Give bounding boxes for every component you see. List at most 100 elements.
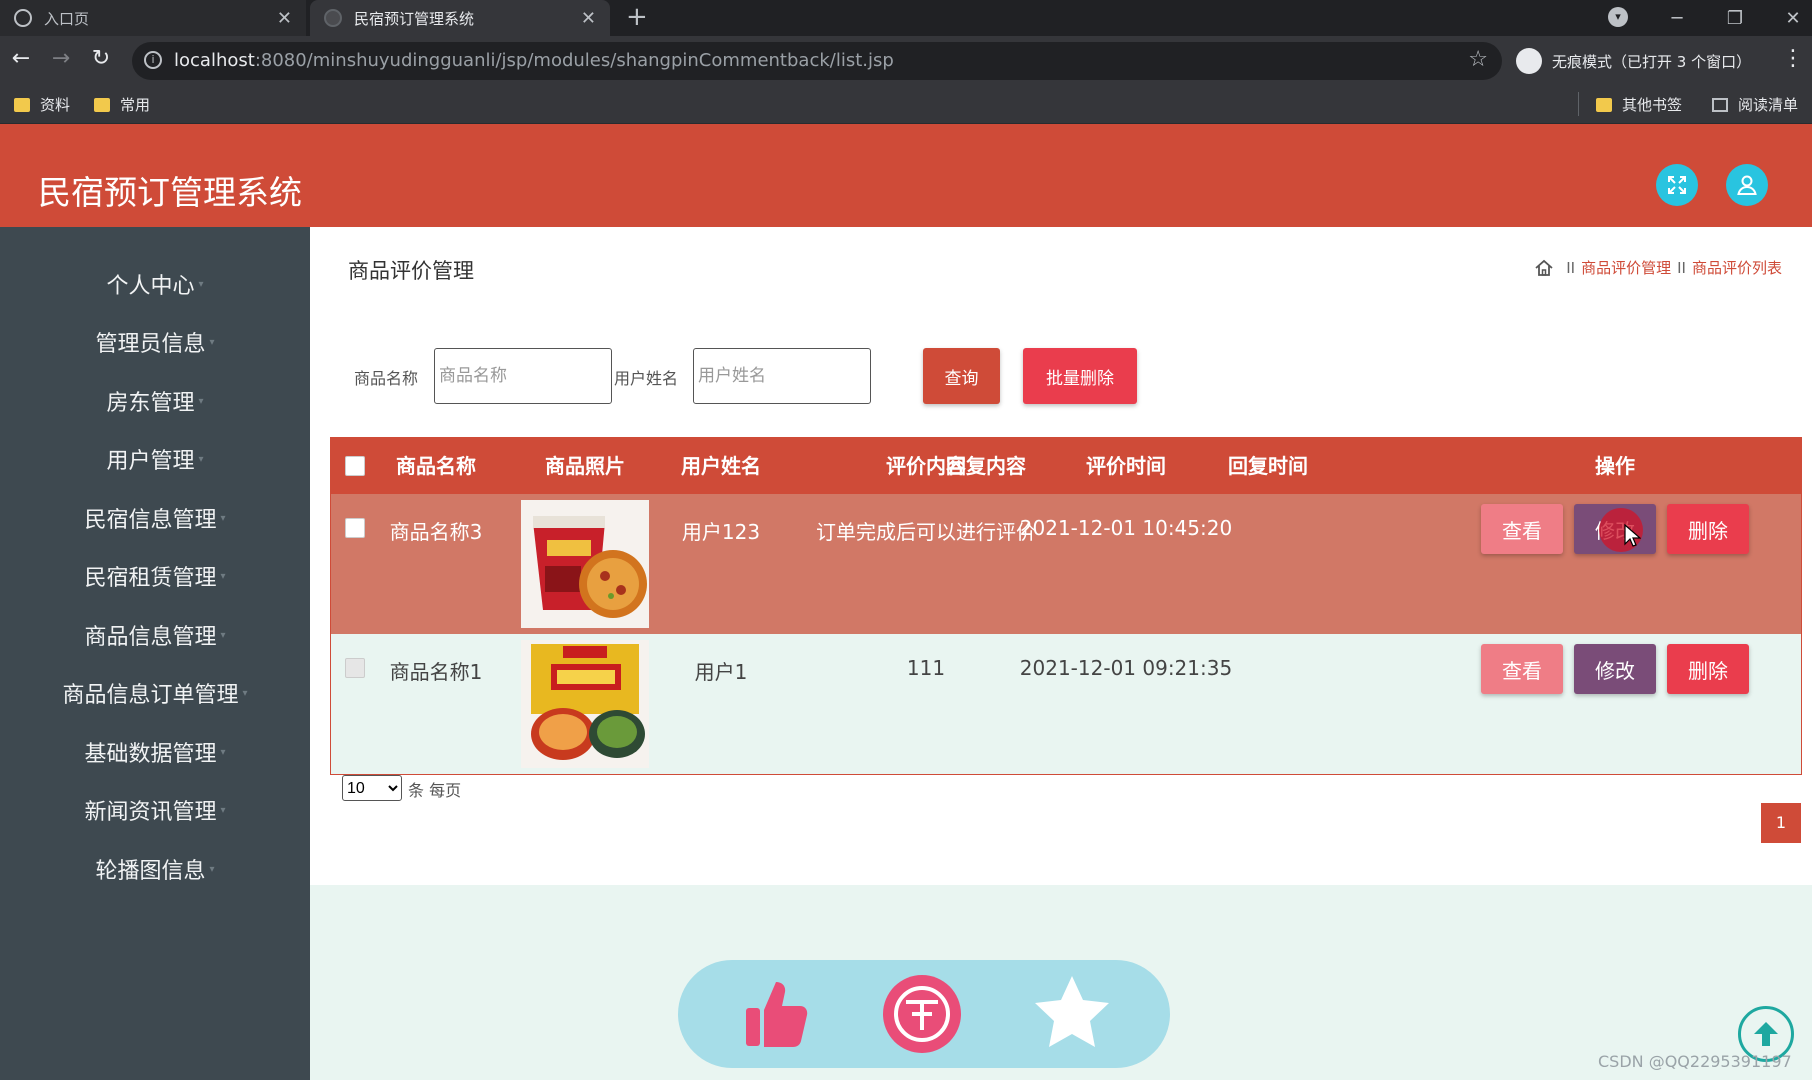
app-header: 民宿预订管理系统 <box>0 124 1812 227</box>
user-profile-button[interactable] <box>1726 164 1768 206</box>
bookmark-folder[interactable]: 常用 <box>94 94 150 115</box>
minimize-button[interactable]: ─ <box>1648 8 1706 29</box>
caret-icon: ▾ <box>198 278 204 290</box>
reading-list[interactable]: 阅读清单 <box>1712 94 1798 115</box>
sidebar-item-users[interactable]: 用户管理 ▾ <box>0 430 310 488</box>
watermark: CSDN @QQ2295391197 <box>1598 1052 1792 1071</box>
bookmark-folder[interactable]: 资料 <box>14 94 70 115</box>
table-row[interactable]: 商品名称1 用户1 111 2021-12-01 09:21:35 查看 修改 … <box>331 634 1801 774</box>
main-panel: 商品评价管理 II 商品评价管理 II 商品评价列表 商品名称 用户姓名 查询 … <box>310 227 1812 885</box>
row-checkbox[interactable] <box>345 518 365 538</box>
back-button[interactable]: ← <box>6 46 36 71</box>
product-name-label: 商品名称 <box>354 369 419 388</box>
sidebar-item-carousel[interactable]: 轮播图信息 ▾ <box>0 840 310 898</box>
restore-button[interactable]: ❐ <box>1706 8 1764 29</box>
table-row[interactable]: 商品名称3 用户123 订单完成后可以进行评价 2021-12-01 10:45… <box>331 494 1801 634</box>
sidebar-item-product-orders[interactable]: 商品信息订单管理 ▾ <box>0 664 310 722</box>
delete-button[interactable]: 删除 <box>1667 504 1749 554</box>
coin-button[interactable] <box>880 972 964 1056</box>
noodle-cup-image <box>521 500 649 628</box>
page-title: 商品评价管理 <box>348 259 474 283</box>
column-header: 商品名称 <box>396 454 476 478</box>
home-icon[interactable] <box>1534 258 1554 278</box>
url-text[interactable]: localhost:8080/minshuyudingguanli/jsp/mo… <box>174 50 894 71</box>
browser-menu-icon[interactable]: ⋮ <box>1782 46 1804 71</box>
edit-button[interactable]: 修改 <box>1574 504 1656 554</box>
product-name-cell: 商品名称1 <box>389 660 483 684</box>
breadcrumb: II 商品评价管理 II 商品评价列表 <box>1534 257 1782 278</box>
browser-tab-bar: 入口页 ✕ 民宿预订管理系统 ✕ + ▾ ─ ❐ ✕ <box>0 0 1812 36</box>
column-header: 商品照片 <box>545 454 625 478</box>
omnibox[interactable]: i localhost:8080/minshuyudingguanli/jsp/… <box>132 42 1502 80</box>
sidebar-item-product-info[interactable]: 商品信息管理 ▾ <box>0 606 310 664</box>
browser-tab-entry[interactable]: 入口页 ✕ <box>0 0 306 36</box>
comment-time-cell: 2021-12-01 09:21:35 <box>1019 656 1233 680</box>
bookmarks-divider <box>1578 92 1579 116</box>
other-bookmarks[interactable]: 其他书签 <box>1596 94 1682 115</box>
row-checkbox[interactable] <box>345 658 365 678</box>
sidebar-item-homestay-rental[interactable]: 民宿租赁管理 ▾ <box>0 547 310 605</box>
user-name-input[interactable] <box>693 348 871 404</box>
sidebar-item-news[interactable]: 新闻资讯管理 ▾ <box>0 781 310 839</box>
tab-close-icon[interactable]: ✕ <box>277 8 292 29</box>
page-size-suffix: 条 每页 <box>408 781 462 800</box>
browser-tab-active[interactable]: 民宿预订管理系统 ✕ <box>310 0 610 36</box>
comment-time-cell: 2021-12-01 10:45:20 <box>1019 516 1233 540</box>
close-window-button[interactable]: ✕ <box>1764 8 1812 29</box>
product-photo <box>521 500 649 628</box>
favorite-button[interactable] <box>1030 972 1114 1056</box>
folder-icon <box>1596 97 1612 112</box>
forward-button[interactable]: → <box>46 46 76 71</box>
product-name-input[interactable] <box>434 348 612 404</box>
page-favicon-icon <box>324 9 342 27</box>
site-info-icon[interactable]: i <box>144 51 162 69</box>
tab-close-icon[interactable]: ✕ <box>581 8 596 29</box>
app-title: 民宿预订管理系统 <box>38 173 302 212</box>
delete-button[interactable]: 删除 <box>1667 644 1749 694</box>
folder-icon <box>14 97 30 112</box>
globe-icon <box>14 9 32 27</box>
incognito-indicator[interactable]: 无痕模式（已打开 3 个窗口） <box>1516 44 1751 78</box>
breadcrumb-separator: II <box>1566 258 1576 277</box>
noodle-pack-image <box>521 640 649 768</box>
caret-icon: ▾ <box>220 512 226 524</box>
caret-icon: ▾ <box>220 570 226 582</box>
floating-action-bar <box>678 960 1170 1068</box>
bulk-delete-button[interactable]: 批量删除 <box>1023 348 1137 404</box>
caret-icon: ▾ <box>220 629 226 641</box>
caret-icon: ▾ <box>209 336 215 348</box>
user-icon <box>1737 175 1757 195</box>
page-number-button[interactable]: 1 <box>1761 803 1801 843</box>
caret-icon: ▾ <box>242 687 248 699</box>
view-button[interactable]: 查看 <box>1481 644 1563 694</box>
like-button[interactable] <box>734 972 818 1056</box>
new-tab-button[interactable]: + <box>626 2 648 32</box>
window-controls: ─ ❐ ✕ <box>1648 0 1812 36</box>
sidebar-item-admin-info[interactable]: 管理员信息 ▾ <box>0 313 310 371</box>
bookmark-star-icon[interactable]: ☆ <box>1468 47 1488 72</box>
incognito-icon <box>1516 48 1542 74</box>
tab-search-icon[interactable]: ▾ <box>1608 7 1628 27</box>
edit-button[interactable]: 修改 <box>1574 644 1656 694</box>
folder-icon <box>94 97 110 112</box>
breadcrumb-item[interactable]: 商品评价管理 <box>1581 257 1671 278</box>
comments-table: 商品名称 商品照片 用户姓名 评价内容 回复内容 评价时间 回复时间 操作 商品… <box>330 437 1802 775</box>
sidebar-item-base-data[interactable]: 基础数据管理 ▾ <box>0 723 310 781</box>
caret-icon: ▾ <box>209 863 215 875</box>
page-size-select[interactable]: 10 <box>342 775 402 801</box>
table-header: 商品名称 商品照片 用户姓名 评价内容 回复内容 评价时间 回复时间 操作 <box>331 438 1801 494</box>
query-button[interactable]: 查询 <box>923 348 1000 404</box>
tab-label: 入口页 <box>44 9 90 28</box>
select-all-checkbox[interactable] <box>345 456 365 476</box>
fullscreen-icon <box>1668 176 1686 194</box>
sidebar-item-personal-center[interactable]: 个人中心 ▾ <box>0 255 310 313</box>
breadcrumb-item[interactable]: 商品评价列表 <box>1692 257 1782 278</box>
view-button[interactable]: 查看 <box>1481 504 1563 554</box>
bookmarks-bar: 资料 常用 其他书签 阅读清单 <box>0 86 1812 124</box>
reload-button[interactable]: ↻ <box>86 46 116 71</box>
sidebar-item-landlord[interactable]: 房东管理 ▾ <box>0 372 310 430</box>
column-header: 回复时间 <box>1228 454 1308 478</box>
fullscreen-button[interactable] <box>1656 164 1698 206</box>
sidebar: 个人中心 ▾ 管理员信息 ▾ 房东管理 ▾ 用户管理 ▾ 民宿信息管理 ▾ 民宿租赁管理 ▾… <box>0 227 310 1080</box>
sidebar-item-homestay-info[interactable]: 民宿信息管理 ▾ <box>0 489 310 547</box>
